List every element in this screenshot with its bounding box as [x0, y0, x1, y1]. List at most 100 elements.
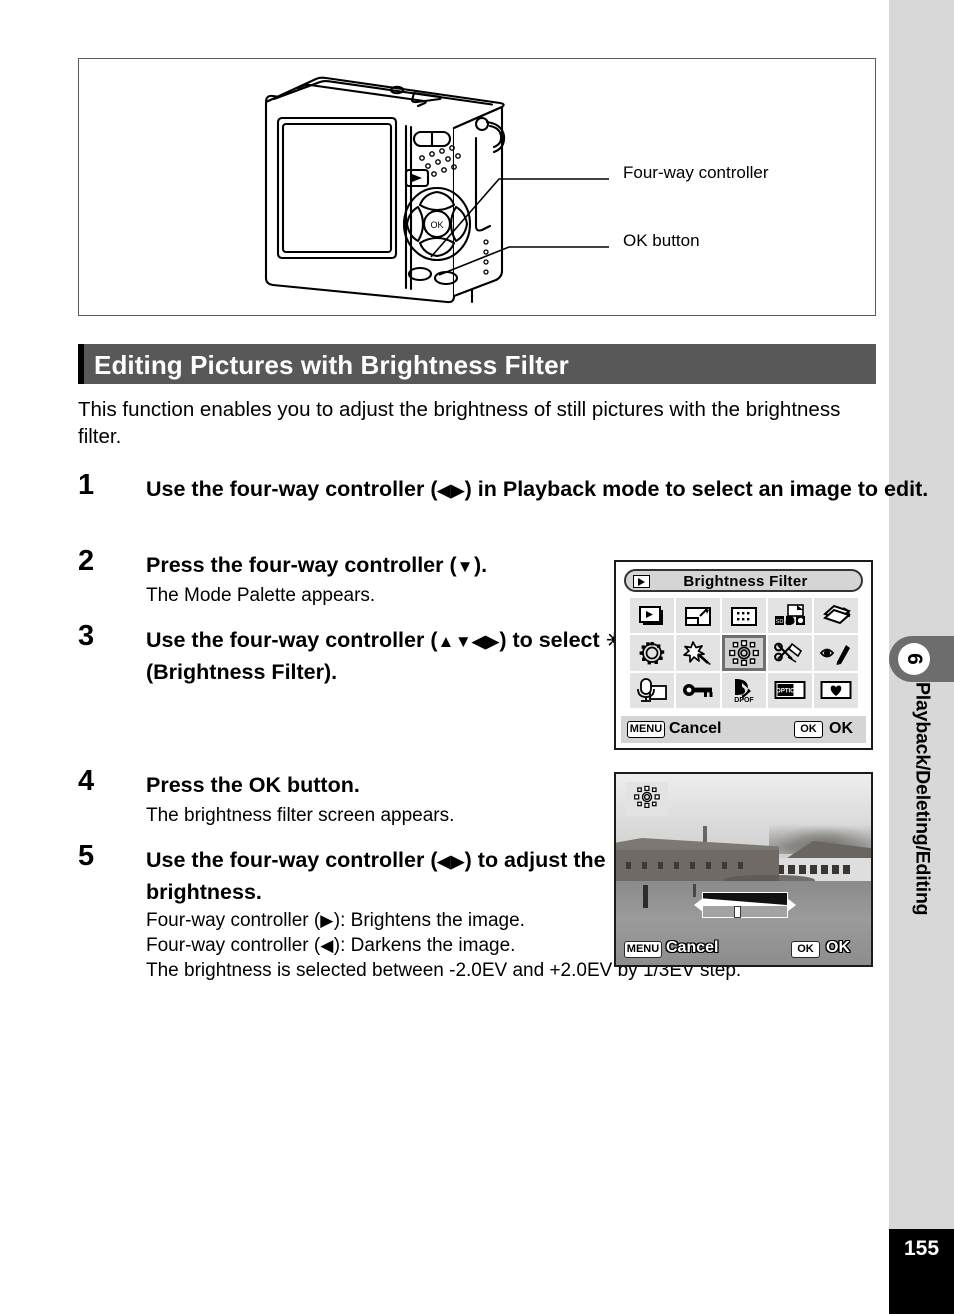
photo-window: [832, 865, 840, 875]
step-2-title-b: ).: [473, 553, 488, 577]
palette-item-red-eye-compensation[interactable]: [768, 635, 812, 671]
start-screen-icon: OPTIO: [774, 680, 806, 700]
photo-window: [689, 862, 695, 870]
step-4-number: 4: [78, 765, 95, 797]
step-2-number: 2: [78, 545, 95, 577]
mode-palette-title: Brightness Filter: [683, 573, 808, 590]
palette-item-frame-composite[interactable]: [630, 635, 674, 671]
palette-item-slideshow[interactable]: [630, 598, 674, 634]
photo-window: [721, 862, 727, 870]
chapter-sidebar: 6 Playback/Deleting/Editing: [889, 0, 954, 1314]
brightness-filter-icon: [634, 785, 660, 814]
svg-text:OPTIO: OPTIO: [776, 689, 795, 695]
svg-text:DPOF: DPOF: [734, 697, 754, 703]
note-1-arrow: ▶: [320, 911, 334, 930]
photo-window: [843, 865, 851, 875]
photo-window: [821, 865, 829, 875]
mode-palette-screenshot: Brightness Filter SD DPOF OPTIO MENU Can…: [614, 560, 873, 750]
palette-item-protect[interactable]: [676, 672, 720, 708]
photo-window: [810, 865, 818, 875]
note-2-b: ): Darkens the image.: [333, 935, 516, 956]
photo-window: [737, 862, 743, 870]
chapter-title: Playback/Deleting/Editing: [889, 682, 954, 1082]
section-heading-text: Editing Pictures with Brightness Filter: [94, 350, 569, 380]
brightness-filter-screenshot: MENU Cancel OK OK: [614, 772, 873, 967]
rotate-icon: [820, 604, 852, 628]
photo-window: [788, 865, 796, 875]
photo-window: [641, 862, 647, 870]
chapter-number: 6: [898, 643, 930, 675]
step-3-arrows: ▲▼◀▶: [437, 632, 500, 651]
section-heading: Editing Pictures with Brightness Filter: [78, 344, 876, 384]
step-1-title: Use the four-way controller (◀▶) in Play…: [146, 474, 946, 506]
palette-item-crop[interactable]: [722, 598, 766, 634]
slider-right-arrow-icon[interactable]: [787, 898, 796, 912]
palette-item-image-copy[interactable]: SD: [768, 598, 812, 634]
photo-window: [657, 862, 663, 870]
slideshow-icon: [637, 605, 667, 627]
step-1-number: 1: [78, 469, 95, 501]
menu-key-badge[interactable]: MENU: [627, 721, 665, 738]
frame-composite-icon: [638, 641, 666, 665]
photo-person-figure: [642, 884, 649, 908]
dpof-icon: DPOF: [729, 677, 759, 703]
digital-filter-icon: [683, 641, 713, 665]
protect-key-icon: [682, 681, 714, 699]
brightness-slider-thumb[interactable]: [734, 906, 741, 918]
photo-window: [799, 865, 807, 875]
camera-illustration-panel: OK Four-way controller OK button: [78, 58, 876, 316]
step-3-title-a: Use the four-way controller (: [146, 628, 438, 652]
brightness-screen-footer: MENU Cancel OK OK: [616, 935, 871, 965]
note-1-b: ): Brightens the image.: [333, 910, 525, 931]
step-1-title-b: ) in Playback mode to select an image to…: [464, 477, 929, 501]
photo-window: [673, 862, 679, 870]
chapter-title-text: Playback/Deleting/Editing: [911, 682, 933, 916]
page-number: 155: [903, 1237, 940, 1260]
step-3-title-c: (Brightness Filter).: [146, 660, 338, 684]
step-3-title-b: ) to select: [499, 628, 600, 652]
palette-item-brightness-filter[interactable]: [722, 635, 766, 671]
step-3-number: 3: [78, 620, 95, 652]
palette-cancel-label: Cancel: [669, 720, 722, 737]
note-2-a: Four-way controller (: [146, 935, 321, 956]
step-5-title-a: Use the four-way controller (: [146, 848, 438, 872]
photo-window: [705, 862, 711, 870]
ok-key-badge[interactable]: OK: [794, 721, 823, 738]
mode-palette-grid: SD DPOF OPTIO: [630, 598, 858, 708]
voice-memo-icon: [636, 678, 668, 703]
intro-paragraph: This function enables you to adjust the …: [78, 398, 841, 448]
ok-key-badge[interactable]: OK: [791, 941, 820, 958]
step-3-title: Use the four-way controller (▲▼◀▶) to se…: [146, 625, 624, 687]
palette-item-digital-filter[interactable]: [676, 635, 720, 671]
photo-chimney: [702, 825, 707, 843]
palette-item-start-screen[interactable]: OPTIO: [768, 672, 812, 708]
brightness-filter-icon: [729, 640, 759, 666]
image-copy-icon: SD: [774, 603, 806, 628]
red-eye-compensation-icon: [774, 641, 806, 665]
palette-item-dpof[interactable]: DPOF: [722, 672, 766, 708]
svg-text:SD: SD: [776, 619, 784, 625]
brightness-gradient-wedge: [702, 892, 788, 906]
palette-item-rotate[interactable]: [814, 598, 858, 634]
brightness-slider-track[interactable]: [702, 906, 788, 918]
draw-edit-icon: [820, 641, 852, 665]
crop-icon: [729, 605, 759, 627]
palette-item-resize[interactable]: [676, 598, 720, 634]
step-5-arrows: ◀▶: [437, 852, 465, 871]
note-1-a: Four-way controller (: [146, 910, 321, 931]
step-2-title-a: Press the four-way controller (: [146, 553, 457, 577]
palette-ok-label: OK: [829, 720, 853, 737]
brightness-cancel-label: Cancel: [666, 939, 719, 956]
callout-leader-lines: [430, 178, 609, 276]
step-1-title-a: Use the four-way controller (: [146, 477, 438, 501]
favorite-heart-icon: [820, 680, 852, 700]
palette-item-favorite[interactable]: [814, 672, 858, 708]
chapter-tab: 6: [889, 636, 954, 682]
brightness-slider[interactable]: [694, 892, 796, 919]
callout-label-ok-button: OK button: [623, 231, 700, 250]
menu-key-badge[interactable]: MENU: [624, 941, 662, 958]
step-2-title: Press the four-way controller (▼).: [146, 550, 487, 582]
palette-item-voice-memo[interactable]: [630, 672, 674, 708]
palette-item-draw-edit[interactable]: [814, 635, 858, 671]
brightness-mode-badge: [626, 782, 668, 816]
